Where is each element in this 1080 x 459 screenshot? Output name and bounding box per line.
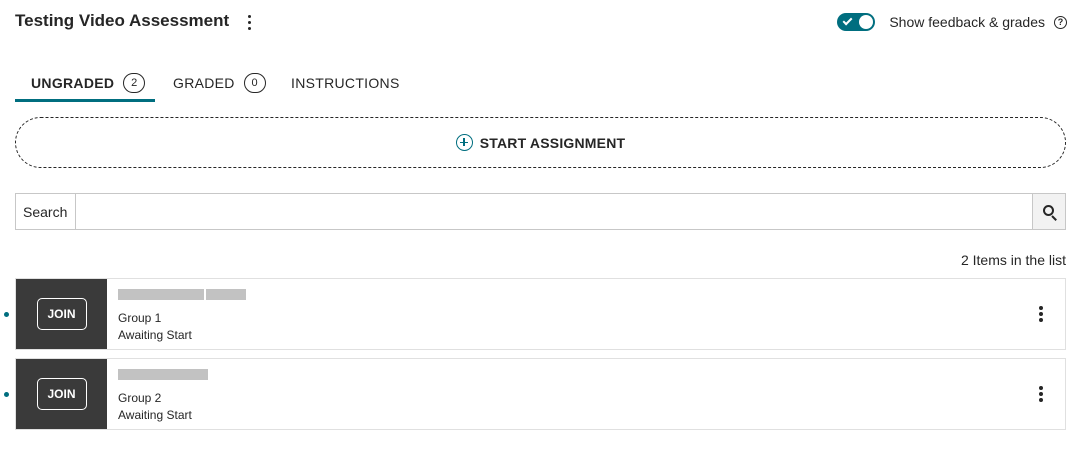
plus-circle-icon (455, 134, 473, 151)
feedback-toggle-group: Show feedback & grades ? (837, 11, 1067, 33)
blurred-name (118, 289, 248, 300)
join-button[interactable]: JOIN (36, 298, 87, 330)
status-text: Awaiting Start (118, 328, 192, 342)
items-count: 2 Items in the list (960, 252, 1066, 268)
active-tab-underline (15, 99, 155, 102)
join-panel: JOIN (16, 359, 107, 429)
list-item: JOIN Group 2 Awaiting Start (4, 358, 1066, 430)
item-more-options-icon[interactable] (1037, 384, 1045, 404)
group-name: Group 1 (118, 311, 162, 325)
check-icon (842, 15, 853, 26)
tab-graded-label: GRADED (173, 75, 235, 91)
unread-dot-icon (4, 312, 9, 317)
show-feedback-toggle[interactable] (837, 13, 876, 31)
start-assignment-button[interactable]: START ASSIGNMENT (15, 117, 1066, 168)
list-item-details: Group 2 Awaiting Start (118, 369, 248, 424)
status-text: Awaiting Start (118, 408, 192, 422)
start-assignment-label: START ASSIGNMENT (479, 134, 626, 151)
list-item: JOIN Group 1 Awaiting Start (4, 278, 1066, 350)
tab-graded[interactable]: GRADED 0 (173, 64, 266, 102)
tab-instructions[interactable]: INSTRUCTIONS (291, 64, 400, 102)
tab-instructions-label: INSTRUCTIONS (291, 75, 400, 91)
list-item-details: Group 1 Awaiting Start (118, 289, 248, 344)
page-title: Testing Video Assessment (15, 11, 230, 30)
tab-ungraded-label: UNGRADED (31, 75, 115, 91)
blurred-name (118, 369, 248, 380)
group-name: Group 2 (118, 391, 162, 405)
search-bar: Search (15, 193, 1066, 230)
toggle-knob (859, 15, 874, 29)
show-feedback-label: Show feedback & grades (889, 14, 1045, 30)
tab-ungraded-count: 2 (123, 73, 146, 93)
join-panel: JOIN (16, 279, 107, 349)
tab-ungraded[interactable]: UNGRADED 2 (31, 64, 146, 102)
tab-graded-count: 0 (243, 73, 266, 93)
help-icon[interactable]: ? (1054, 15, 1067, 29)
join-button[interactable]: JOIN (36, 378, 87, 410)
search-input[interactable] (76, 194, 1032, 229)
item-more-options-icon[interactable] (1037, 304, 1045, 324)
page-header: Testing Video Assessment Show feedback &… (15, 8, 1067, 36)
search-button[interactable] (1032, 194, 1065, 229)
search-label: Search (16, 194, 76, 229)
assessment-more-options-icon[interactable] (244, 11, 256, 33)
unread-dot-icon (4, 392, 9, 397)
